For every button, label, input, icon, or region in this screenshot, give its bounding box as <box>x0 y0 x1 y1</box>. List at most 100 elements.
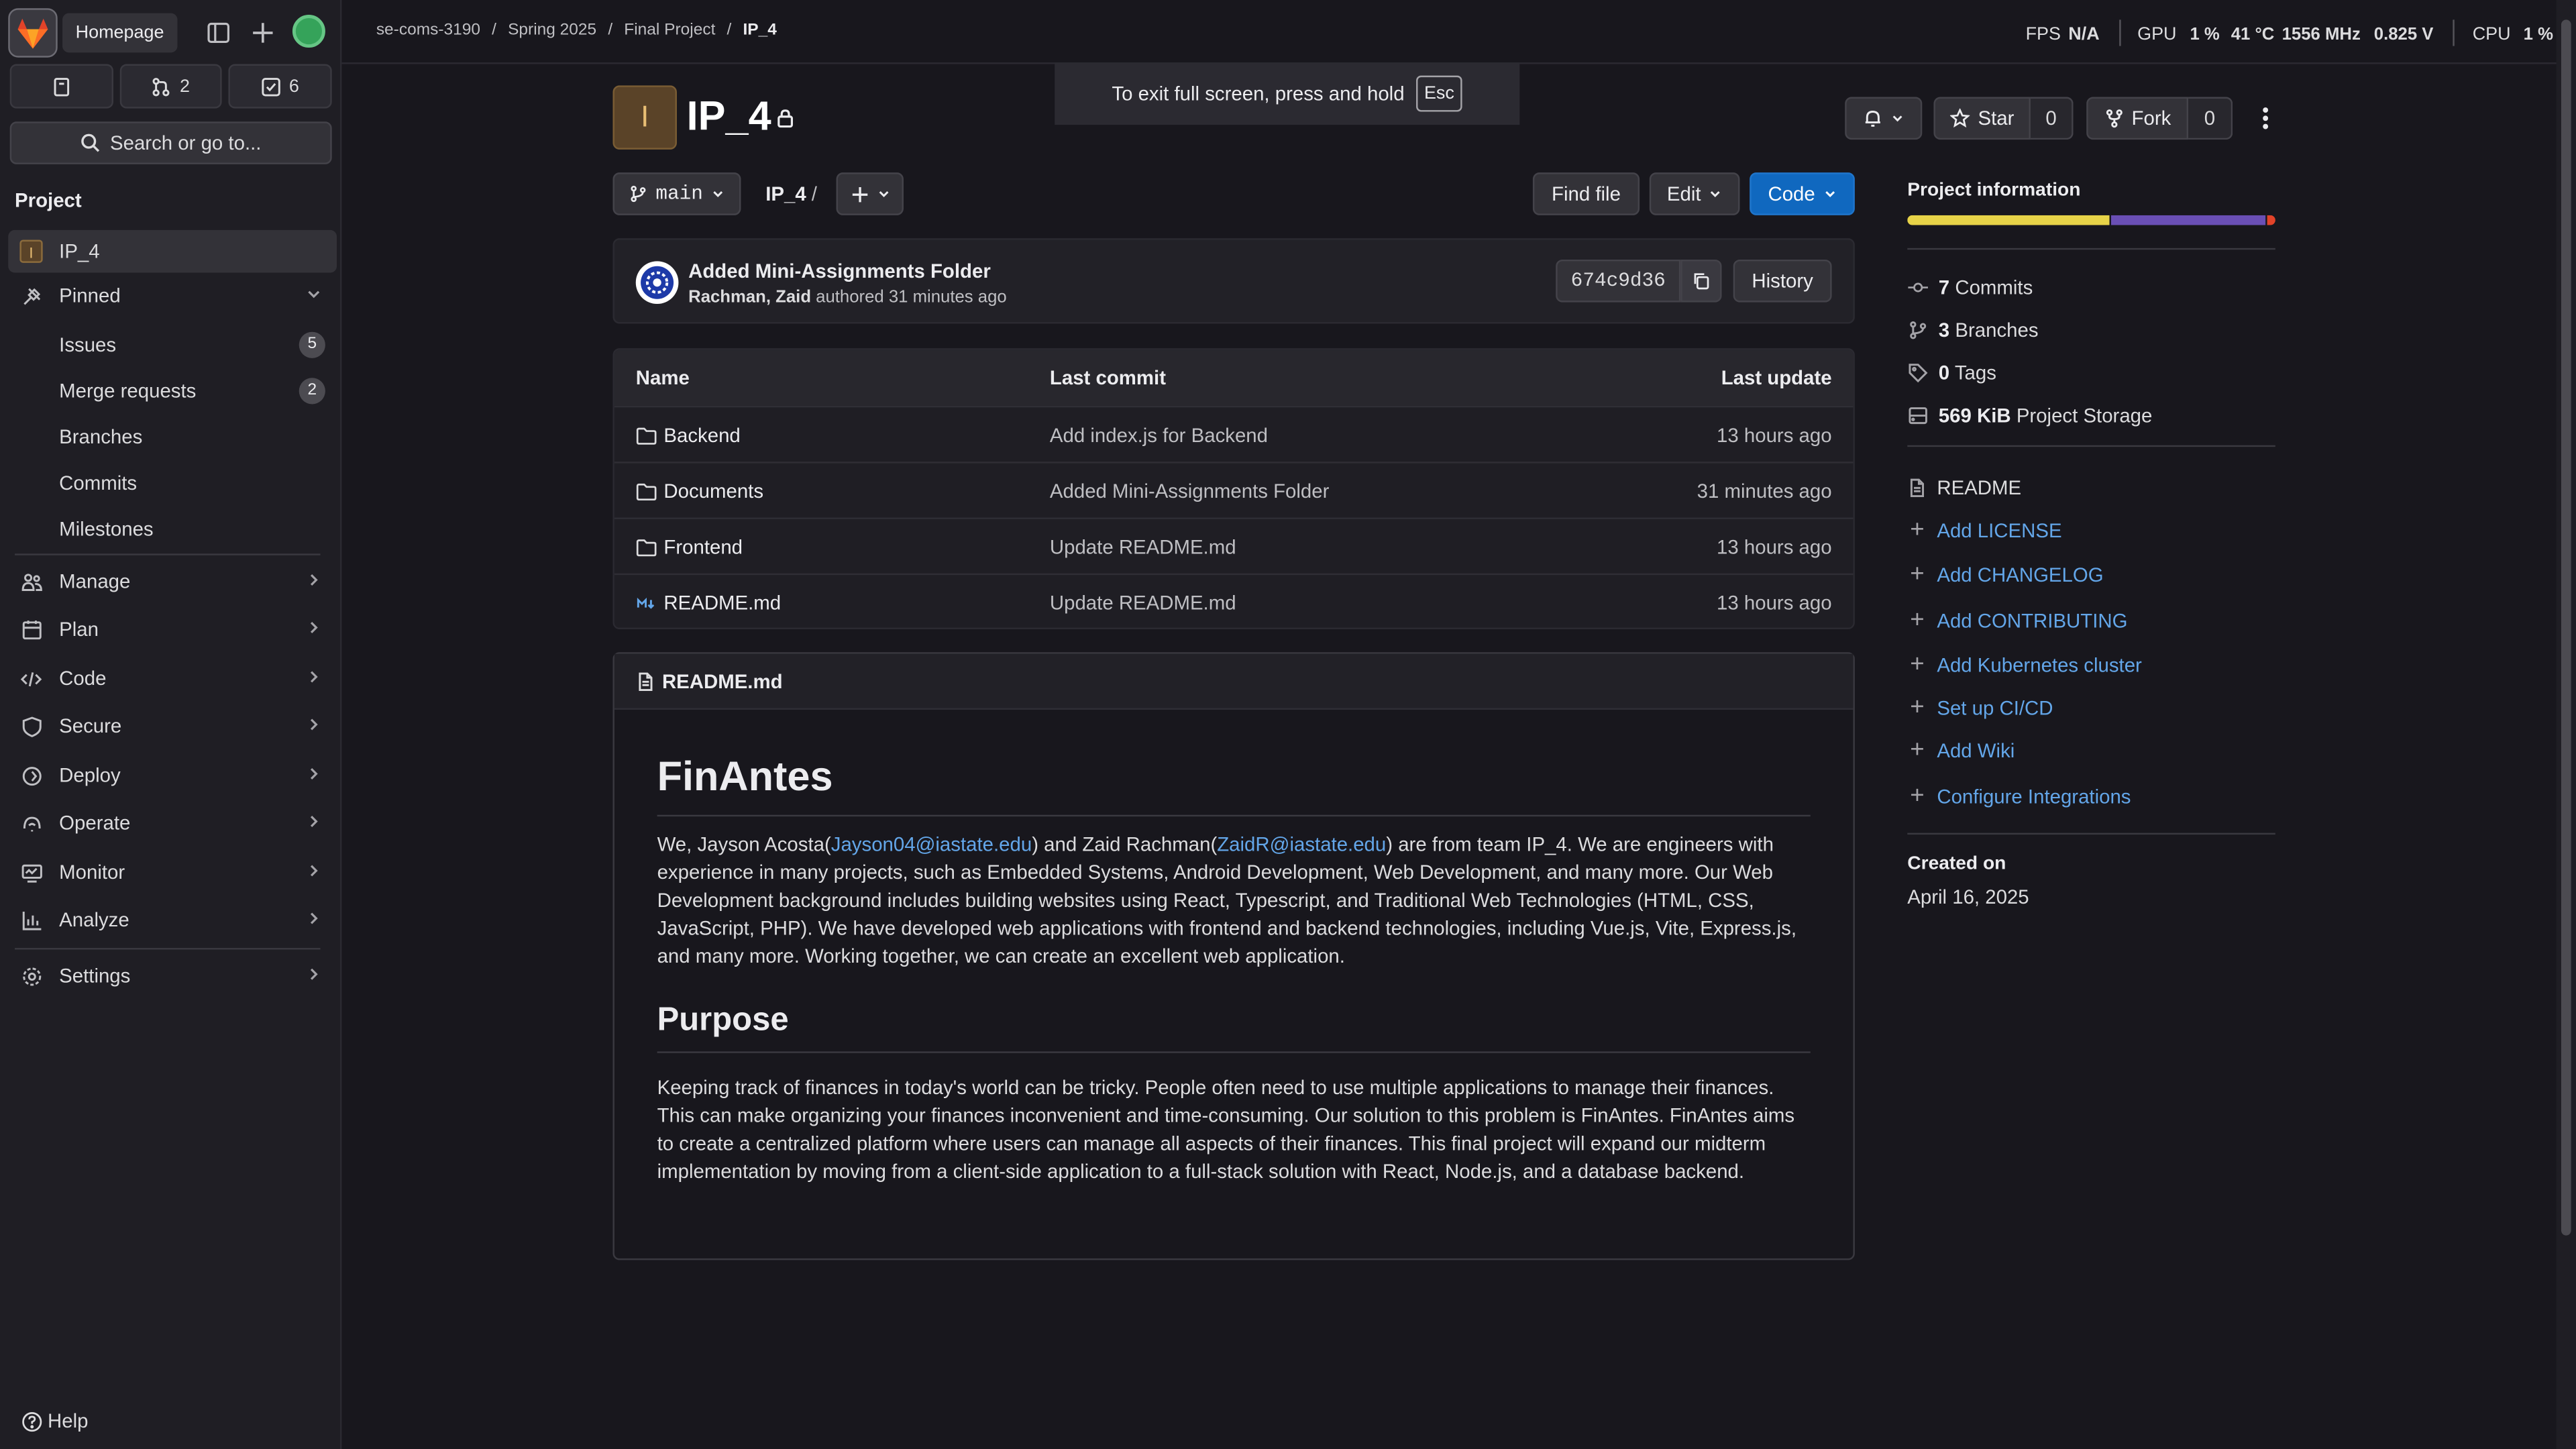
copy-sha-button[interactable] <box>1680 259 1722 303</box>
sidebar-label-plan: Plan <box>59 617 99 641</box>
page-title: IP_4 <box>686 93 771 140</box>
readme-paragraph-purpose: Keeping track of finances in today's wor… <box>657 1076 1795 1183</box>
sidebar-label-monitor: Monitor <box>59 861 125 884</box>
add-changelog-link[interactable]: + Add CHANGELOG <box>1907 562 2103 587</box>
find-file-button[interactable]: Find file <box>1532 172 1640 215</box>
search-button[interactable]: Search or go to... <box>9 121 332 164</box>
table-row[interactable]: Frontend Update README.md 13 hours ago <box>614 517 1854 574</box>
add-kubernetes-link[interactable]: + Add Kubernetes cluster <box>1907 652 2142 677</box>
folder-icon <box>636 427 657 444</box>
merge-requests-counter-button[interactable]: 2 <box>119 64 222 109</box>
add-to-tree-button[interactable] <box>836 172 904 215</box>
breadcrumb-current[interactable]: IP_4 <box>743 21 776 40</box>
file-name-cell[interactable]: Documents <box>636 480 763 502</box>
user-avatar[interactable] <box>292 15 325 48</box>
add-wiki-link[interactable]: + Add Wiki <box>1907 738 2015 763</box>
file-commit-message[interactable]: Update README.md <box>1050 535 1236 558</box>
setup-cicd-link[interactable]: + Set up CI/CD <box>1907 695 2053 720</box>
table-row[interactable]: Backend Add index.js for Backend 13 hour… <box>614 405 1854 462</box>
table-row[interactable]: Documents Added Mini-Assignments Folder … <box>614 462 1854 518</box>
email-link-jayson[interactable]: Jayson04@iastate.edu <box>831 833 1032 856</box>
commit-sha[interactable]: 674c9d36 <box>1556 259 1681 303</box>
sidebar-item-branches[interactable]: Branches <box>59 425 142 448</box>
file-commit-message[interactable]: Update README.md <box>1050 592 1236 614</box>
breadcrumb-group[interactable]: se-coms-3190 <box>376 21 480 40</box>
notification-button[interactable] <box>1845 97 1923 140</box>
sidebar-item-monitor[interactable]: Monitor <box>8 851 337 894</box>
file-commit-message[interactable]: Add index.js for Backend <box>1050 424 1268 447</box>
sidebar-item-milestones[interactable]: Milestones <box>59 517 153 540</box>
add-contributing-link[interactable]: + Add CONTRIBUTING <box>1907 608 2127 633</box>
breadcrumb-subgroup[interactable]: Spring 2025 <box>508 21 596 40</box>
issues-counter-button[interactable] <box>9 64 113 109</box>
storage-link[interactable]: 569 KiB Project Storage <box>1907 404 2152 427</box>
gpu-usage: 1 % <box>2190 24 2220 45</box>
file-icon <box>1910 478 1925 498</box>
sidebar-item-manage[interactable]: Manage <box>8 560 337 603</box>
sidebar-item-secure[interactable]: Secure <box>8 705 337 748</box>
merge-requests-count-badge: 2 <box>299 378 325 405</box>
create-new-icon[interactable] <box>246 16 279 49</box>
sidebar-item-code[interactable]: Code <box>8 657 337 700</box>
sidebar-label-operate: Operate <box>59 811 131 835</box>
breadcrumb-subgroup-2[interactable]: Final Project <box>624 21 715 40</box>
fork-icon <box>2105 109 2122 128</box>
sidebar-item-commits[interactable]: Commits <box>59 472 137 494</box>
readme-text: We, Jayson Acosta( <box>657 833 831 856</box>
sidebar-item-analyze[interactable]: Analyze <box>8 899 337 942</box>
created-on-label: Created on <box>1907 854 2006 874</box>
branch-selector[interactable]: main <box>612 172 741 215</box>
search-icon <box>81 133 100 152</box>
toggle-sidebar-icon[interactable] <box>202 16 235 49</box>
project-info-title: Project information <box>1907 180 2081 201</box>
commit-author[interactable]: Rachman, Zaid <box>688 288 811 307</box>
language-bar[interactable] <box>1907 215 2275 225</box>
star-count[interactable]: 0 <box>2030 97 2074 140</box>
todos-counter-button[interactable]: 6 <box>228 64 332 109</box>
author-avatar[interactable] <box>635 261 679 305</box>
edit-button[interactable]: Edit <box>1649 172 1740 215</box>
code-label: Code <box>1768 182 1815 206</box>
commits-link[interactable]: 7 Commits <box>1907 276 2033 299</box>
fullscreen-text: To exit full screen, press and hold <box>1112 82 1405 105</box>
file-name-cell[interactable]: Frontend <box>636 535 743 559</box>
file-commit-message[interactable]: Added Mini-Assignments Folder <box>1050 480 1330 502</box>
readme-filename[interactable]: README.md <box>662 669 783 692</box>
commit-message[interactable]: Added Mini-Assignments Folder <box>688 260 991 282</box>
help-button[interactable]: Help <box>21 1409 89 1433</box>
sidebar-divider <box>15 553 321 555</box>
gitlab-logo-icon[interactable] <box>8 8 58 58</box>
fork-count[interactable]: 0 <box>2188 97 2233 140</box>
fork-button[interactable]: Fork <box>2086 97 2189 140</box>
sidebar-item-operate[interactable]: Operate <box>8 802 337 845</box>
sidebar-item-settings[interactable]: Settings <box>8 955 337 998</box>
todos-count: 6 <box>288 76 299 97</box>
sidebar-item-project[interactable]: I IP_4 <box>8 229 337 273</box>
sidebar-label-analyze: Analyze <box>59 908 129 932</box>
table-row[interactable]: README.md Update README.md 13 hours ago <box>614 573 1854 628</box>
plus-icon <box>851 186 867 202</box>
repo-path-root[interactable]: IP_4 <box>765 182 806 205</box>
scrollbar-thumb[interactable] <box>2561 19 2571 1236</box>
email-link-zaid[interactable]: ZaidR@iastate.edu <box>1217 833 1386 856</box>
branches-link[interactable]: 3 Branches <box>1907 319 2039 341</box>
sidebar-item-merge-requests[interactable]: Merge requests <box>59 380 196 402</box>
star-button[interactable]: Star <box>1933 97 2031 140</box>
code-dropdown-button[interactable]: Code <box>1750 172 1855 215</box>
merge-request-icon <box>153 76 170 96</box>
add-license-link[interactable]: + Add LICENSE <box>1907 517 2061 542</box>
sidebar-item-deploy[interactable]: Deploy <box>8 754 337 797</box>
gpu-clock: 1556 MHz <box>2282 24 2361 45</box>
sidebar-item-plan[interactable]: Plan <box>8 608 337 651</box>
history-button[interactable]: History <box>1733 259 1832 303</box>
file-name-cell[interactable]: README.md <box>636 592 781 614</box>
sidebar-item-pinned[interactable]: Pinned <box>8 274 337 317</box>
more-actions-icon[interactable] <box>2251 102 2280 135</box>
tags-link[interactable]: 0 Tags <box>1907 362 1996 384</box>
configure-integrations-link[interactable]: + Configure Integrations <box>1907 784 2131 808</box>
file-name-cell[interactable]: Backend <box>636 424 741 447</box>
page-scrollbar[interactable] <box>2556 0 2576 1449</box>
star-label: Star <box>1978 107 2015 130</box>
readme-link[interactable]: README <box>1907 476 2021 499</box>
sidebar-item-issues[interactable]: Issues <box>59 333 116 356</box>
